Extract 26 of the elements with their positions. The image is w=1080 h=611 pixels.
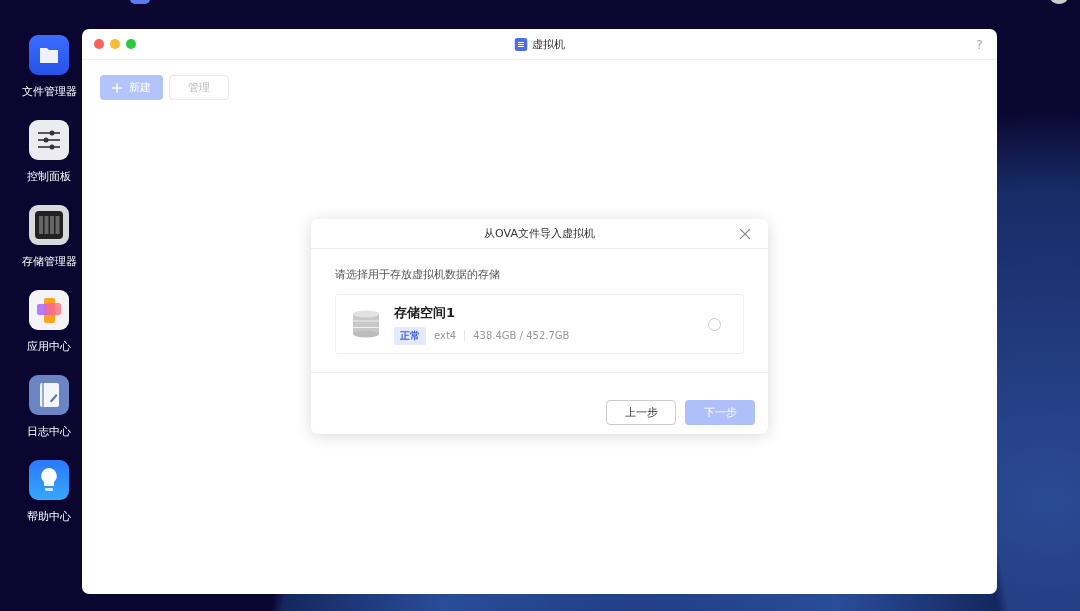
storage-name: 存储空间1: [394, 303, 457, 322]
close-icon[interactable]: [740, 228, 750, 239]
app-label[interactable]: 应用中心: [27, 339, 71, 354]
usage-label: 438.4GB / 452.7GB: [473, 330, 570, 341]
drive-bay-icon[interactable]: [29, 205, 69, 245]
dialog-prompt: 请选择用于存放虚拟机数据的存储: [335, 267, 501, 282]
database-icon: [352, 310, 380, 338]
back-button[interactable]: 上一步: [606, 400, 676, 425]
close-button[interactable]: [94, 39, 104, 49]
plus-icon: [112, 82, 122, 93]
window-title: 虚拟机: [532, 36, 565, 52]
filesystem-label: ext4: [434, 330, 457, 341]
app-label[interactable]: 文件管理器: [21, 84, 77, 99]
storage-option[interactable]: 存储空间1 正常 ext4 438.4GB / 452.7GB: [335, 294, 744, 354]
lightbulb-icon[interactable]: [29, 460, 69, 500]
app-label[interactable]: 帮助中心: [27, 509, 71, 524]
app-label[interactable]: 存储管理器: [21, 254, 77, 269]
folder-icon[interactable]: [29, 35, 69, 75]
sliders-icon[interactable]: [29, 120, 69, 160]
app-label[interactable]: 日志中心: [27, 424, 71, 439]
status-badge: 正常: [394, 326, 426, 345]
app-store-icon[interactable]: [29, 290, 69, 330]
dialog-title: 从OVA文件导入虚拟机: [484, 226, 595, 241]
list-icon: [514, 37, 527, 51]
notebook-icon[interactable]: [29, 375, 69, 415]
app-label[interactable]: 控制面板: [27, 169, 71, 184]
